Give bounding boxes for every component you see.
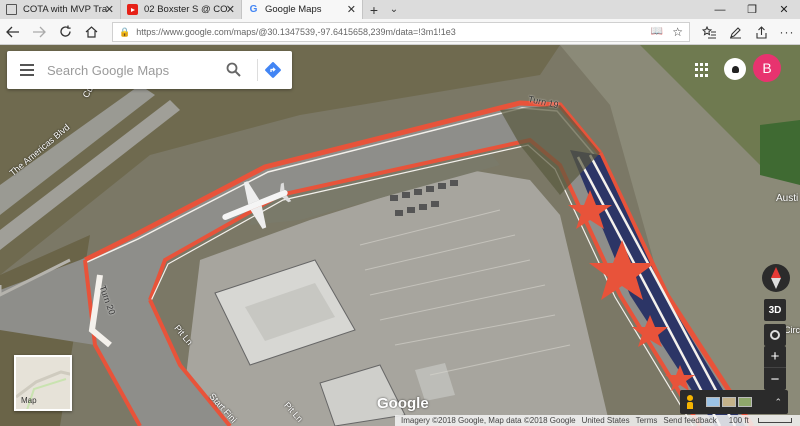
search-box — [7, 51, 292, 89]
home-icon — [85, 25, 97, 38]
forward-button[interactable] — [26, 19, 52, 45]
map-label-circuit: Circui — [784, 325, 800, 335]
zoom-in-button[interactable]: + — [764, 346, 786, 368]
home-button[interactable] — [78, 19, 104, 45]
scale-line — [757, 418, 792, 423]
maximize-button[interactable]: ❐ — [736, 0, 768, 19]
apps-grid-icon[interactable] — [695, 63, 709, 77]
favorites-button[interactable] — [696, 19, 722, 45]
pegman-icon[interactable] — [686, 395, 694, 409]
country-link[interactable]: United States — [582, 416, 630, 425]
lock-icon: 🔒 — [119, 26, 131, 37]
compass-button[interactable] — [762, 264, 790, 292]
share-icon — [755, 25, 767, 39]
share-button[interactable] — [748, 19, 774, 45]
google-icon: G — [249, 4, 258, 15]
back-button[interactable] — [0, 19, 26, 45]
notes-button[interactable] — [722, 19, 748, 45]
map-footer: Imagery ©2018 Google, Map data ©2018 Goo… — [395, 415, 800, 426]
tab-cota-mvp[interactable]: COTA with MVP Track Time ✕ — [0, 0, 121, 19]
map-layer-switcher[interactable]: Map — [14, 355, 72, 411]
youtube-icon — [127, 4, 138, 15]
page-icon — [6, 4, 17, 15]
avatar[interactable]: B — [753, 54, 781, 82]
tab-youtube-boxster[interactable]: 02 Boxster S @ COTA on se ✕ — [121, 0, 242, 19]
map-label-austin: Austi — [776, 193, 799, 204]
browser-toolbar: 🔒 https://www.google.com/maps/@30.134753… — [0, 19, 800, 45]
url-text: https://www.google.com/maps/@30.1347539,… — [136, 27, 456, 37]
new-tab-button[interactable]: + — [363, 0, 385, 19]
back-arrow-icon — [6, 26, 19, 37]
tab-title: 02 Boxster S @ COTA on se — [144, 4, 228, 15]
favorites-hub-icon — [702, 25, 716, 38]
satellite-imagery[interactable] — [0, 45, 800, 426]
imagery-thumbnails[interactable] — [706, 397, 752, 407]
more-dots-icon: ··· — [779, 25, 795, 39]
directions-icon[interactable] — [264, 61, 282, 79]
favorite-star-icon[interactable]: ☆ — [672, 25, 683, 39]
browser-tab-strip: COTA with MVP Track Time ✕ 02 Boxster S … — [0, 0, 800, 19]
pen-icon — [729, 26, 741, 39]
minimize-button[interactable]: — — [704, 0, 736, 19]
address-bar[interactable]: 🔒 https://www.google.com/maps/@30.134753… — [112, 22, 690, 42]
search-icon[interactable] — [226, 62, 241, 77]
menu-icon[interactable] — [7, 64, 47, 76]
search-divider — [257, 59, 258, 81]
zoom-out-button[interactable]: − — [764, 368, 786, 390]
imagery-attribution: Imagery ©2018 Google, Map data ©2018 Goo… — [401, 416, 576, 425]
expand-tray-icon[interactable]: ⌃ — [774, 397, 782, 408]
refresh-button[interactable] — [52, 19, 78, 45]
tab-close-icon[interactable]: ✕ — [226, 3, 235, 16]
scale-bar[interactable]: 100 ft — [723, 416, 792, 425]
compass-icon — [771, 267, 781, 289]
google-logo: Google — [377, 395, 429, 412]
tab-close-icon[interactable]: ✕ — [347, 3, 356, 16]
tab-title: COTA with MVP Track Time — [23, 4, 107, 15]
tab-close-icon[interactable]: ✕ — [105, 3, 114, 16]
close-window-button[interactable]: ✕ — [768, 0, 800, 19]
tab-google-maps[interactable]: G Google Maps ✕ — [242, 0, 363, 19]
imagery-tray: ⌃ — [680, 390, 788, 414]
window-controls: — ❐ ✕ — [704, 0, 800, 19]
minimap-label: Map — [21, 396, 37, 405]
refresh-icon — [59, 25, 71, 37]
notifications-icon[interactable] — [724, 58, 746, 80]
terms-link[interactable]: Terms — [636, 416, 658, 425]
tab-title: Google Maps — [265, 4, 322, 15]
my-location-button[interactable] — [764, 324, 786, 346]
reading-view-icon[interactable]: 📖 — [651, 26, 663, 37]
scale-label: 100 ft — [728, 416, 749, 425]
more-button[interactable]: ··· — [774, 19, 800, 45]
search-input[interactable] — [47, 55, 217, 85]
toggle-3d-button[interactable]: 3D — [764, 299, 786, 321]
send-feedback-link[interactable]: Send feedback — [663, 416, 716, 425]
tab-list-button[interactable]: ⌄ — [385, 0, 403, 19]
forward-arrow-icon — [33, 26, 46, 37]
map-canvas[interactable]: Turn 19 Turn 20 The Americas Blvd Cu Pit… — [0, 45, 800, 426]
